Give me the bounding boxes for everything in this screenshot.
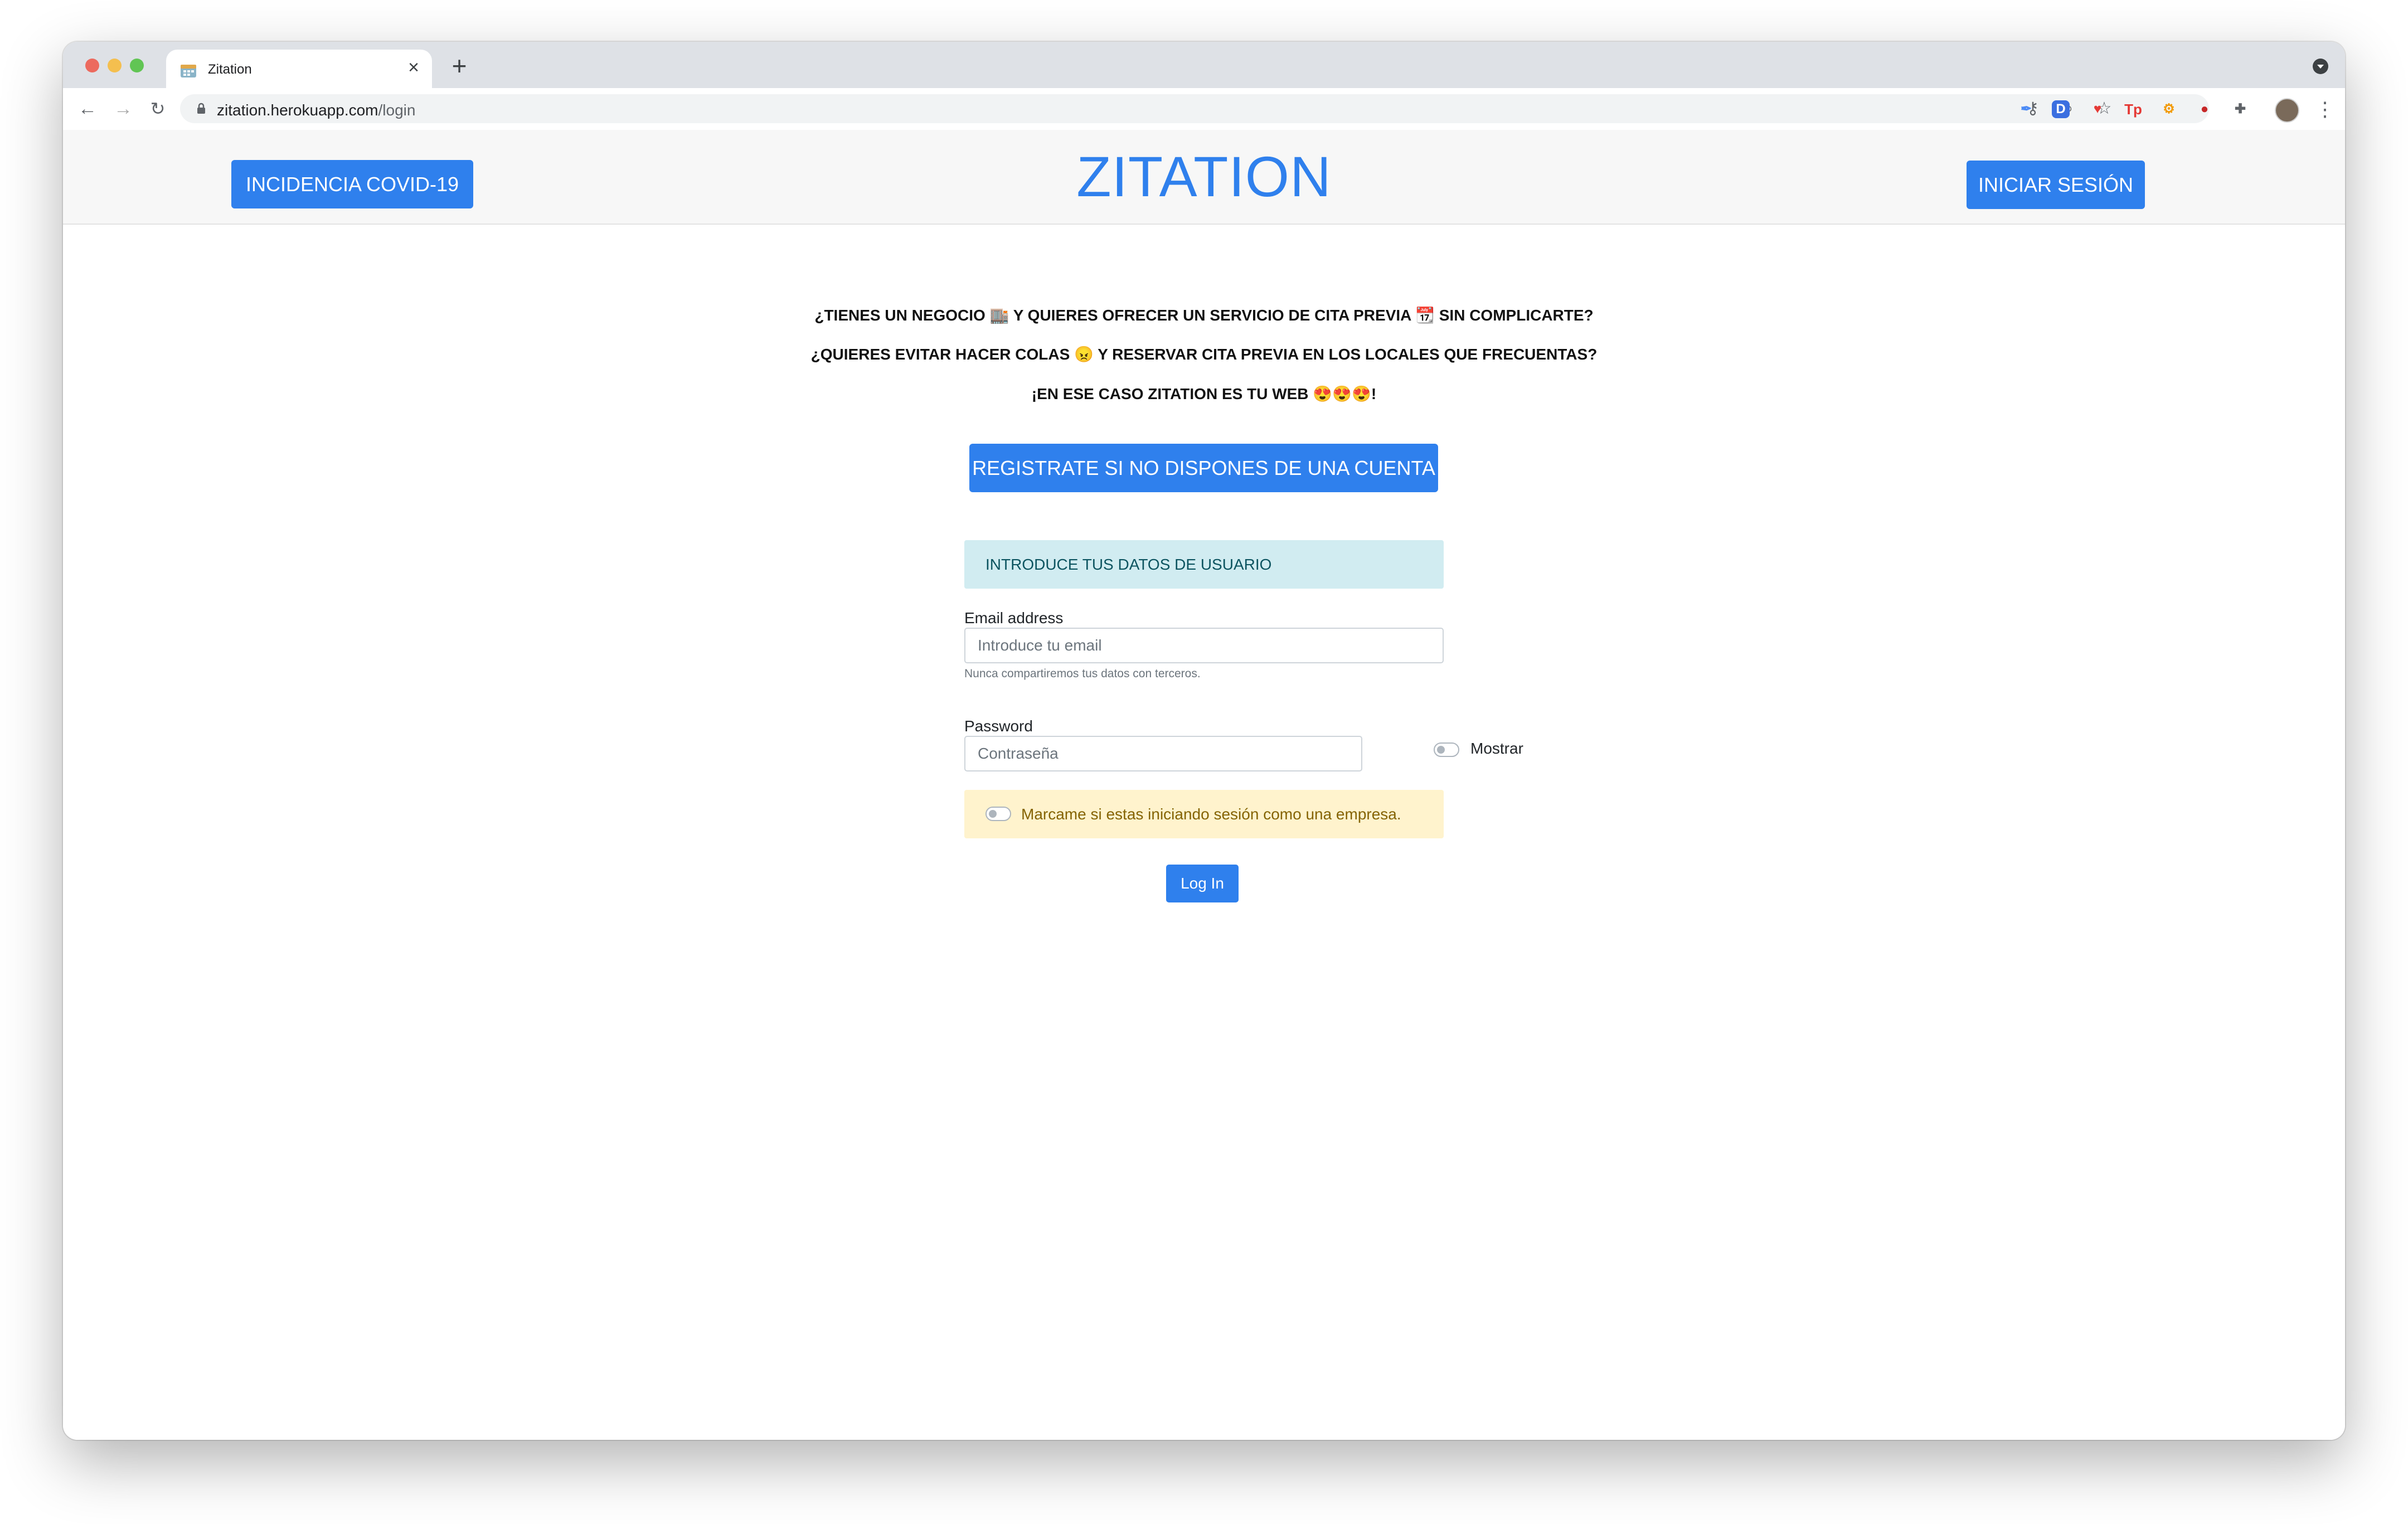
zoom-window-button[interactable] [130, 59, 144, 72]
tp-extension-icon[interactable]: Tp [2123, 99, 2143, 119]
login-header-button[interactable]: INICIAR SESIÓN [1967, 161, 2145, 209]
profile-avatar[interactable] [2275, 98, 2299, 123]
show-password-label[interactable]: Mostrar [1470, 740, 1523, 758]
info-alert: INTRODUCE TUS DATOS DE USUARIO [964, 540, 1444, 589]
log-in-button[interactable]: Log In [1166, 865, 1239, 902]
close-tab-icon[interactable]: × [402, 56, 425, 79]
company-login-toggle[interactable] [985, 807, 1011, 821]
new-tab-icon[interactable]: + [446, 53, 472, 79]
intro-line-business: ¿TIENES UN NEGOCIO 🏬 Y QUIERES OFRECER U… [814, 307, 1594, 324]
red-extension-icon[interactable]: ● [2195, 99, 2215, 119]
reload-icon[interactable]: ↻ [145, 96, 170, 121]
d-extension-icon[interactable]: D [2052, 100, 2070, 118]
more-menu-icon[interactable]: ⋮ [2315, 98, 2335, 120]
minimize-window-button[interactable] [108, 59, 122, 72]
address-bar[interactable]: zitation.herokuapp.com/login ⚷ ⌕ ☆ [180, 94, 2209, 123]
calendar-favicon-icon [181, 65, 196, 77]
feather-extension-icon[interactable]: ✒ [2016, 99, 2036, 119]
email-help-text: Nunca compartiremos tus datos con tercer… [964, 667, 1201, 680]
intro-line-queues: ¿QUIERES EVITAR HACER COLAS 😠 Y RESERVAR… [810, 346, 1598, 363]
password-label: Password [964, 717, 1033, 735]
tab-search-icon[interactable] [2313, 59, 2328, 74]
close-window-button[interactable] [85, 59, 99, 72]
browser-tab[interactable]: Zitation × [166, 50, 432, 88]
lock-icon [197, 103, 205, 114]
url-host: zitation.herokuapp.com [217, 101, 378, 119]
forward-arrow-icon[interactable]: → [111, 96, 135, 121]
back-arrow-icon[interactable]: ← [75, 96, 100, 121]
shield-extension-icon[interactable]: ♥ [2087, 99, 2108, 119]
site-header: INCIDENCIA COVID-19 ZITATION INICIAR SES… [63, 130, 2345, 225]
company-login-label[interactable]: Marcame si estas iniciando sesión como u… [1021, 805, 1401, 823]
browser-window: Zitation × + ← → ↻ zitation.herokuapp.co… [63, 42, 2345, 1440]
register-button[interactable]: REGISTRATE SI NO DISPONES DE UNA CUENTA [969, 444, 1438, 492]
company-login-alert: Marcame si estas iniciando sesión como u… [964, 790, 1444, 838]
tab-title: Zitation [208, 62, 252, 77]
url-text: zitation.herokuapp.com/login [217, 101, 415, 119]
email-label: Email address [964, 609, 1064, 627]
tab-strip: Zitation × + [63, 42, 2345, 88]
password-field[interactable]: Contraseña [964, 736, 1362, 771]
url-path: /login [378, 101, 416, 119]
email-field[interactable]: Introduce tu email [964, 628, 1444, 663]
puzzle-extensions-icon[interactable]: ✚ [2230, 99, 2250, 119]
browser-toolbar: ← → ↻ zitation.herokuapp.com/login ⚷ ⌕ ☆… [63, 88, 2345, 130]
show-password-toggle[interactable] [1434, 742, 1459, 757]
web-page: INCIDENCIA COVID-19 ZITATION INICIAR SES… [63, 130, 2345, 1440]
gear-extension-icon[interactable]: ⚙ [2159, 99, 2179, 119]
intro-line-cta: ¡EN ESE CASO ZITATION ES TU WEB 😍😍😍! [1031, 385, 1377, 402]
